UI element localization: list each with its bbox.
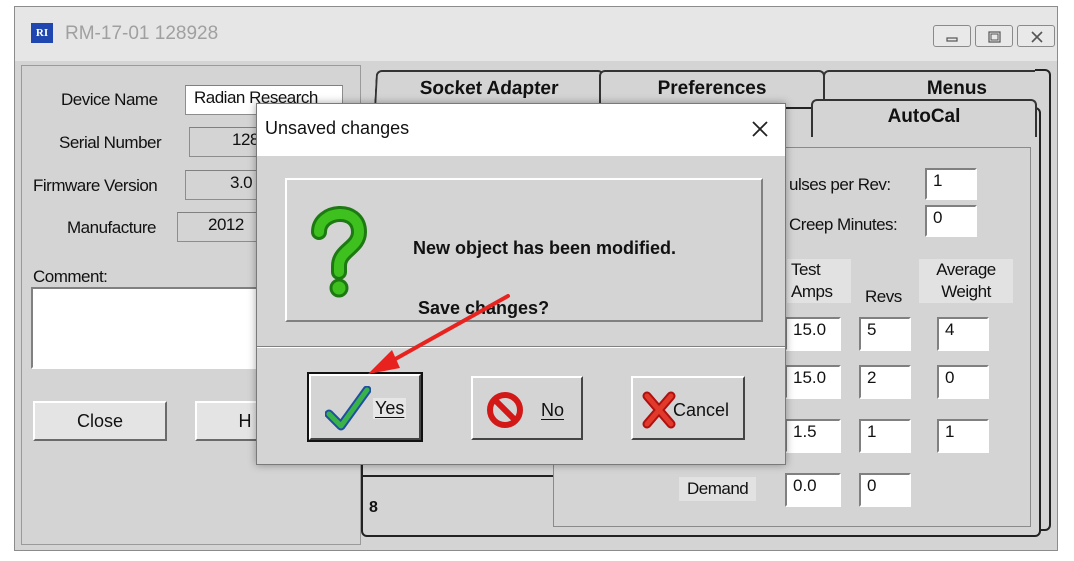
annotation-arrow	[368, 294, 510, 374]
